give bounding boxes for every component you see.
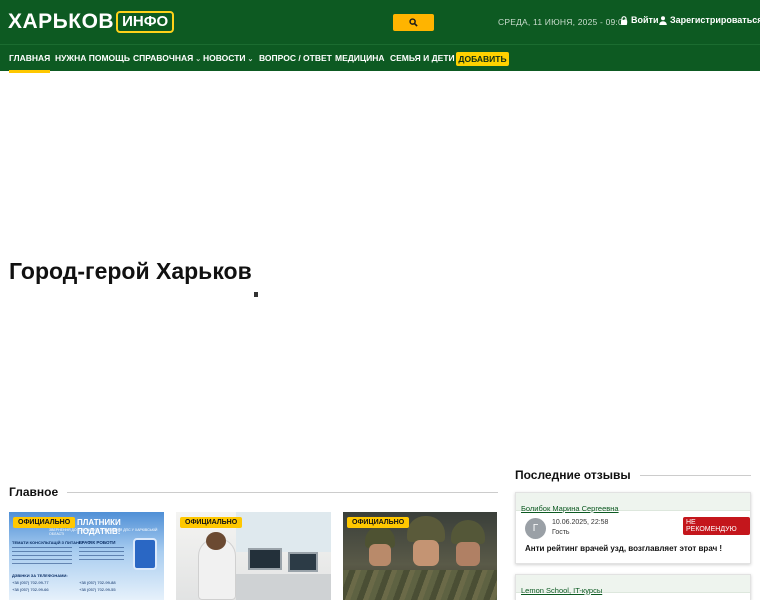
nav-label: МЕДИЦИНА (335, 53, 385, 63)
section-header-reviews: Последние отзывы (515, 468, 751, 482)
nav-label: СЕМЬЯ И ДЕТИ (390, 53, 455, 63)
nav-label: ГЛАВНАЯ (9, 53, 51, 63)
poster-phone-illustration (133, 538, 157, 570)
login-label: Войти (631, 15, 659, 25)
image-monitor (288, 552, 318, 572)
review-header: Lemon School, IT-курсы (516, 575, 750, 595)
official-badge: ОФИЦИАЛЬНО (180, 517, 243, 528)
site-header: ХАРЬКОВ ИНФО СРЕДА, 11 ИЮНЯ, 2025 - 09:0… (0, 0, 760, 44)
news-card[interactable]: ПЛАТНИКИ ПОДАТКІВ! ЗВЕРНЕННЯ ДО ГОЛОВНОГ… (9, 512, 164, 600)
image-face (456, 542, 480, 566)
image-helmet (407, 516, 445, 542)
review-text: Анти рейтинг врачей узд, возглавляет это… (525, 544, 723, 553)
chevron-down-icon: ⌄ (247, 56, 254, 63)
nav-item-family[interactable]: СЕМЬЯ И ДЕТИ (390, 45, 455, 72)
image-desk (236, 574, 331, 600)
nav-item-news[interactable]: НОВОСТИ ⌄ (203, 45, 253, 72)
login-link[interactable]: Войти (620, 15, 658, 25)
review-date: 10.06.2025, 22:58 (552, 519, 609, 526)
news-card[interactable]: ОФИЦИАЛЬНО (343, 512, 497, 600)
official-badge: ОФИЦИАЛЬНО (13, 517, 76, 528)
user-icon (659, 15, 667, 25)
review-author: Гость (552, 529, 570, 536)
image-face (413, 540, 439, 566)
review-doctor-link[interactable]: Болибок Марина Сергеевна (521, 504, 619, 513)
logo-text: ХАРЬКОВ (8, 10, 115, 33)
nav-label: ВОПРОС / ОТВЕТ (259, 53, 332, 63)
official-badge: ОФИЦИАЛЬНО (347, 517, 410, 528)
nav-item-home[interactable]: ГЛАВНАЯ (9, 45, 51, 73)
nav-item-directory[interactable]: СПРАВОЧНАЯ ⌄ (133, 45, 201, 72)
nav-item-medicine[interactable]: МЕДИЦИНА (335, 45, 385, 72)
poster-phone-2: +38 (057) 702-99-88 (79, 580, 116, 585)
image-uniforms (343, 570, 497, 600)
poster-phone-3: +38 (057) 702-99-66 (12, 587, 49, 592)
loading-indicator (254, 292, 258, 297)
section-title: Последние отзывы (515, 468, 631, 482)
section-divider (639, 474, 751, 476)
nav-label: СПРАВОЧНАЯ (133, 53, 194, 63)
not-recommended-badge: НЕ РЕКОМЕНДУЮ (683, 517, 750, 535)
section-title: Главное (9, 485, 59, 499)
review-card: Болибок Марина Сергеевна Г 10.06.2025, 2… (515, 492, 751, 564)
site-logo[interactable]: ХАРЬКОВ ИНФО (8, 10, 175, 34)
poster-text-lines (12, 547, 72, 565)
logo-badge: ИНФО (116, 11, 175, 33)
search-button[interactable] (393, 14, 434, 31)
poster-phone-4: +38 (057) 702-99-55 (79, 587, 116, 592)
poster-phones-label: ДЗВІНКИ ЗА ТЕЛЕФОНАМИ: (12, 573, 68, 578)
page-title: Город-герой Харьков (9, 258, 252, 284)
register-link[interactable]: Зарегистрироваться (659, 15, 760, 25)
search-icon (409, 18, 418, 27)
review-header: Болибок Марина Сергеевна (516, 493, 750, 513)
poster-subtitle: ЗВЕРНЕННЯ ДО ГОЛОВНОГО УПРАВЛІННЯ ДПС У … (49, 528, 158, 536)
image-window (236, 512, 331, 552)
section-header-main: Главное (9, 485, 498, 499)
chevron-down-icon: ⌄ (195, 56, 202, 63)
review-card: Lemon School, IT-курсы (515, 574, 751, 600)
review-doctor-link[interactable]: Lemon School, IT-курсы (521, 586, 602, 595)
poster-hours-lines (79, 547, 124, 563)
nav-item-help[interactable]: НУЖНА ПОМОЩЬ (55, 45, 130, 72)
main-nav: ГЛАВНАЯ НУЖНА ПОМОЩЬ СПРАВОЧНАЯ ⌄ НОВОСТИ… (0, 44, 760, 73)
nav-label: НУЖНА ПОМОЩЬ (55, 53, 130, 63)
image-hair (206, 532, 226, 550)
section-divider (67, 491, 498, 493)
poster-topics-label: ТЕМАТИ КОНСУЛЬТАЦІЙ З ПИТАНЬ: (12, 540, 84, 545)
poster-phone-1: +38 (057) 702-99-77 (12, 580, 49, 585)
register-label: Зарегистрироваться (670, 15, 760, 25)
add-button[interactable]: ДОБАВИТЬ (456, 52, 509, 66)
current-date: СРЕДА, 11 ИЮНЯ, 2025 - 09:00 (498, 17, 628, 27)
image-face (369, 544, 391, 566)
image-monitor (248, 548, 282, 570)
lock-icon (621, 15, 627, 25)
poster-schedule-label: ГРАФІК РОБОТИ (79, 540, 116, 545)
avatar: Г (525, 518, 546, 539)
nav-item-qa[interactable]: ВОПРОС / ОТВЕТ (259, 45, 332, 72)
nav-label: НОВОСТИ (203, 53, 246, 63)
news-card[interactable]: ОФИЦИАЛЬНО (176, 512, 331, 600)
